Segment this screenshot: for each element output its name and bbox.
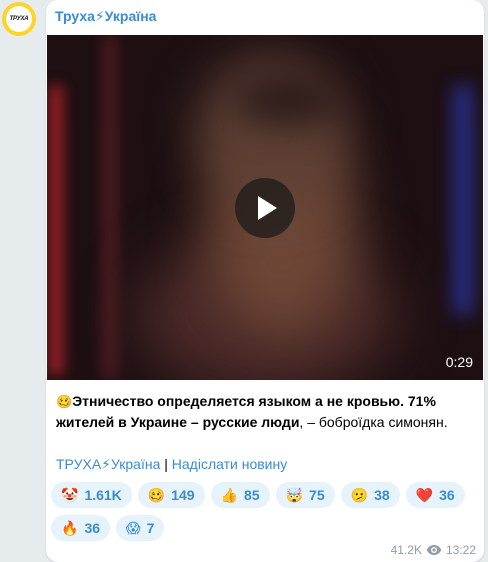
reaction-count: 36 (84, 520, 101, 536)
play-button[interactable] (235, 178, 295, 238)
reaction-count: 36 (439, 487, 455, 503)
reactions-row: 🤡 1.61K 🥴 149 👍 85 🤯 75 🫤 38 ❤️ 36 (51, 482, 471, 508)
message-time: 13:22 (445, 543, 476, 557)
channel-avatar[interactable]: ТРУХА (2, 2, 36, 36)
message-tail-text: , – боброїдка симонян. (299, 414, 448, 430)
heart-icon: ❤️ (415, 487, 434, 503)
reaction-chip[interactable]: 🤯 75 (275, 482, 335, 508)
submit-news-link[interactable]: Надіслати новину (172, 456, 287, 472)
play-icon (258, 196, 277, 220)
footer-links: ТРУХА⚡Україна | Надіслати новину (56, 456, 287, 473)
screaming-face-icon: 😱 (126, 520, 141, 536)
avatar-logo-text: ТРУХА (6, 6, 32, 32)
reactions-row: 🔥 36 😱 7 (51, 515, 471, 541)
reaction-chip[interactable]: 👍 85 (210, 482, 270, 508)
reaction-count: 75 (309, 487, 325, 503)
reaction-count: 149 (171, 487, 195, 503)
message-bubble: Труха⚡Україна 0:29 🥴Этничество определяе… (46, 0, 484, 562)
reaction-chip[interactable]: 😱 7 (116, 515, 165, 541)
reaction-count: 85 (244, 487, 260, 503)
reaction-count: 7 (146, 520, 155, 536)
eye-icon (426, 545, 442, 555)
reaction-count: 38 (374, 487, 390, 503)
reaction-chip[interactable]: 🤡 1.61K (51, 482, 132, 508)
fire-icon: 🔥 (61, 520, 79, 536)
reaction-count: 1.61K (84, 487, 122, 503)
video-frame-detail (105, 35, 115, 380)
video-duration: 0:29 (445, 354, 473, 370)
channel-name[interactable]: Труха⚡Україна (55, 8, 156, 24)
video-frame-detail (49, 85, 63, 375)
clown-icon: 🤡 (61, 487, 79, 503)
reaction-chip[interactable]: ❤️ 36 (405, 482, 465, 508)
video-frame-detail (232, 75, 342, 125)
reactions-bar: 🤡 1.61K 🥴 149 👍 85 🤯 75 🫤 38 ❤️ 36 🔥 36 😱 7 (51, 482, 471, 548)
link-separator: | (160, 456, 172, 472)
message-text: 🥴Этничество определяется языком а не кро… (56, 391, 476, 433)
message-meta: 41.2K 13:22 (391, 543, 476, 557)
confused-face-icon: 🫤 (350, 487, 369, 503)
message-emoji: 🥴 (56, 394, 73, 409)
reaction-chip[interactable]: 🥴 149 (137, 482, 205, 508)
exploding-head-icon: 🤯 (285, 487, 304, 503)
woozy-face-icon: 🥴 (147, 487, 166, 503)
thumbs-up-icon: 👍 (220, 487, 239, 503)
view-count: 41.2K (390, 543, 422, 557)
reaction-chip[interactable]: 🔥 36 (51, 515, 111, 541)
video-player[interactable]: 0:29 (47, 35, 483, 380)
video-frame-detail (453, 85, 473, 315)
channel-link[interactable]: ТРУХА⚡Україна (56, 456, 160, 472)
reaction-chip[interactable]: 🫤 38 (340, 482, 400, 508)
